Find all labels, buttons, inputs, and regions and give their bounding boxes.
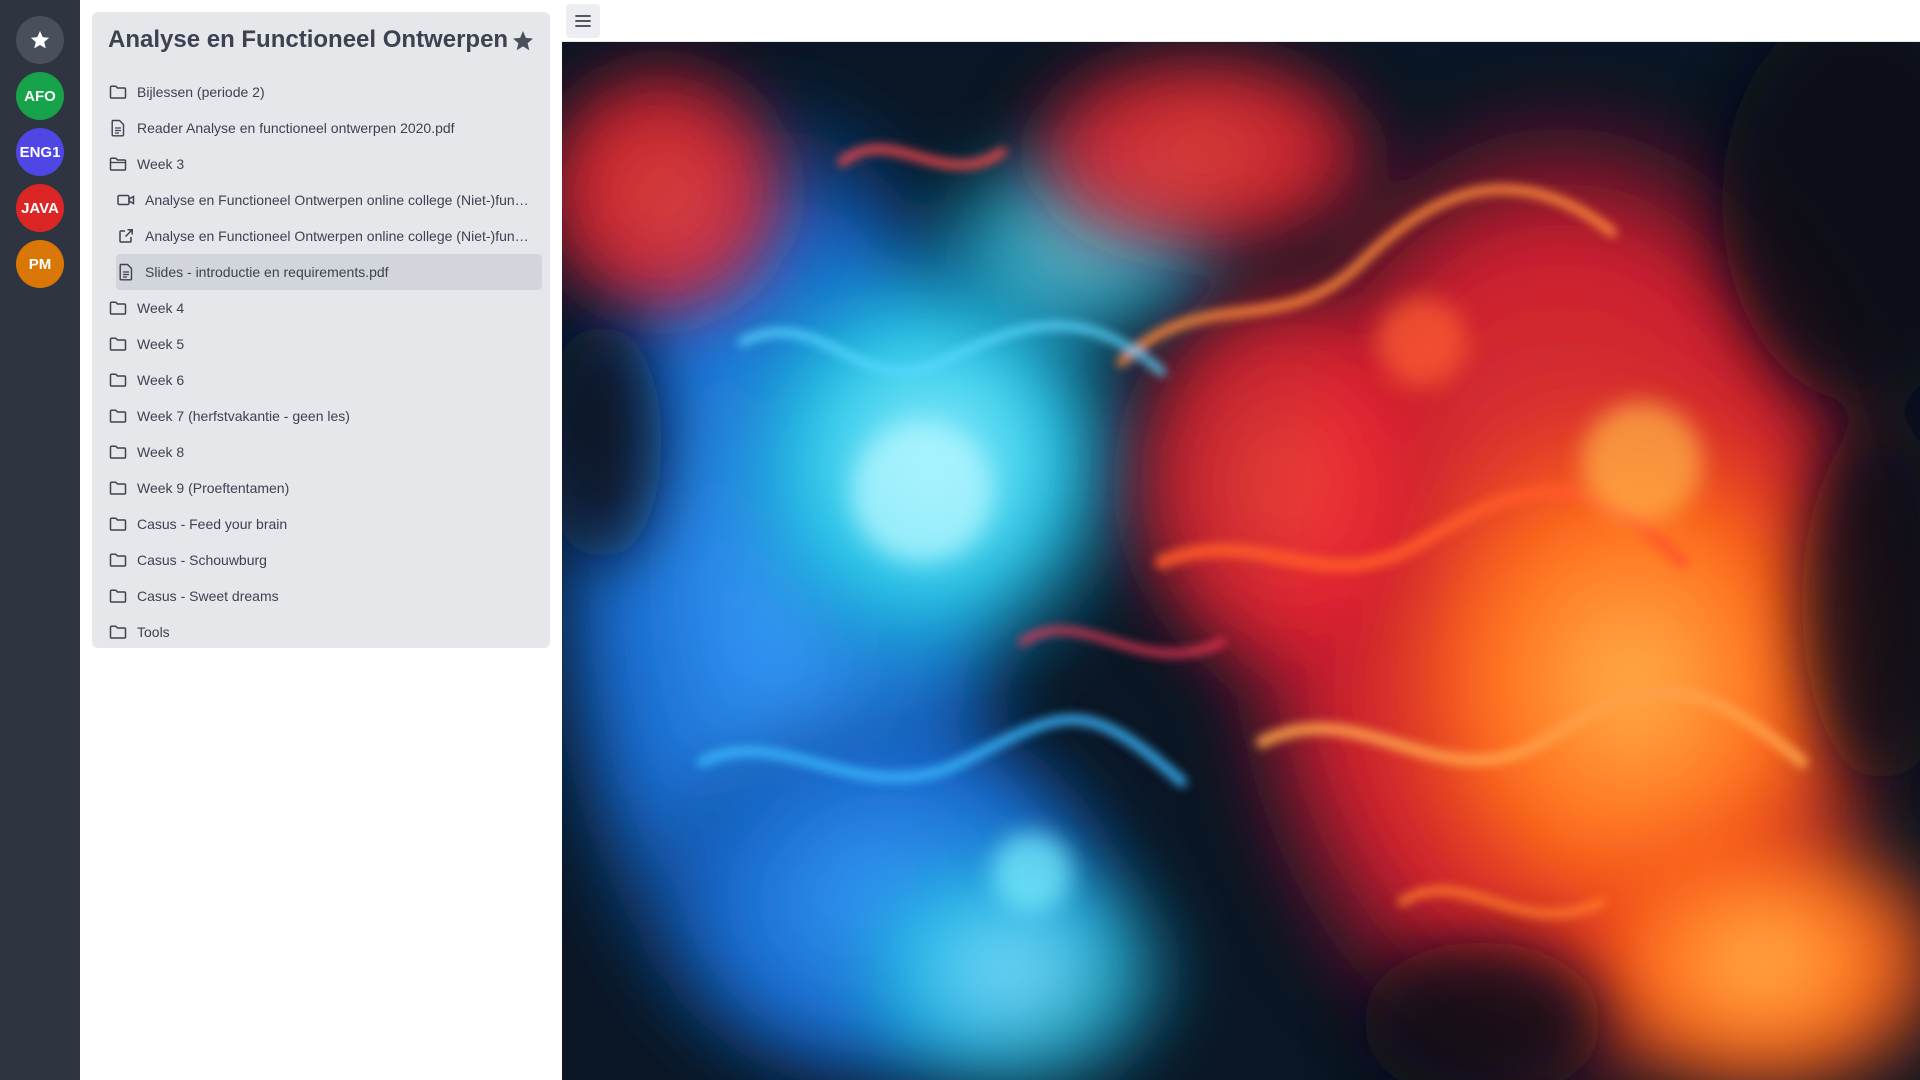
course-panel: Analyse en Functioneel Ontwerpen Bijless…	[92, 12, 550, 648]
external-link-icon	[116, 226, 136, 246]
course-pm-label: PM	[28, 255, 52, 273]
tree-item-label: Tools	[137, 624, 170, 640]
file-icon	[108, 118, 128, 138]
tree-item-tools[interactable]: Tools	[108, 614, 542, 650]
course-java-label: JAVA	[21, 199, 59, 217]
tree-item-label: Week 7 (herfstvakantie - geen les)	[137, 408, 350, 424]
folder-icon	[108, 406, 128, 426]
course-eng1-button[interactable]: ENG1	[16, 128, 64, 176]
top-bar	[562, 0, 1920, 42]
course-title: Analyse en Functioneel Ontwerpen	[108, 26, 509, 53]
course-afo-label: AFO	[24, 87, 56, 105]
tree-item-reader-pdf[interactable]: Reader Analyse en functioneel ontwerpen …	[108, 110, 542, 146]
tree-item-casus-schouwburg[interactable]: Casus - Schouwburg	[108, 542, 542, 578]
video-icon	[116, 190, 136, 210]
tree-item-label: Week 6	[137, 372, 185, 388]
tree-item-week-6[interactable]: Week 6	[108, 362, 542, 398]
menu-toggle-button[interactable]	[566, 4, 600, 38]
tree-item-label: Casus - Schouwburg	[137, 552, 267, 568]
tree-item-label: Analyse en Functioneel Ontwerpen online …	[145, 228, 529, 244]
file-icon	[116, 262, 136, 282]
tree-item-label: Slides - introductie en requirements.pdf	[145, 264, 389, 280]
folder-icon	[108, 370, 128, 390]
course-eng1-label: ENG1	[19, 143, 61, 161]
abstract-ink-image	[562, 42, 1920, 1080]
tree-item-week-9[interactable]: Week 9 (Proeftentamen)	[108, 470, 542, 506]
folder-open-icon	[108, 154, 128, 174]
favorites-button[interactable]	[16, 16, 64, 64]
tree-item-online-college-video[interactable]: Analyse en Functioneel Ontwerpen online …	[116, 182, 542, 218]
tree-item-casus-feed-your-brain[interactable]: Casus - Feed your brain	[108, 506, 542, 542]
tree-item-bijlessen[interactable]: Bijlessen (periode 2)	[108, 74, 542, 110]
folder-icon	[108, 442, 128, 462]
favorite-course-button[interactable]	[510, 28, 536, 54]
tree-item-label: Week 5	[137, 336, 185, 352]
tree-item-label: Bijlessen (periode 2)	[137, 84, 265, 100]
folder-icon	[108, 82, 128, 102]
tree-item-label: Casus - Feed your brain	[137, 516, 288, 532]
folder-icon	[108, 622, 128, 642]
folder-icon	[108, 550, 128, 570]
folder-icon	[108, 298, 128, 318]
tree-item-label: Reader Analyse en functioneel ontwerpen …	[137, 120, 455, 136]
tree-item-label: Week 9 (Proeftentamen)	[137, 480, 290, 496]
tree-item-slides-pdf[interactable]: Slides - introductie en requirements.pdf	[116, 254, 542, 290]
tree-item-label: Week 3	[137, 156, 185, 172]
folder-icon	[108, 478, 128, 498]
course-pm-button[interactable]: PM	[16, 240, 64, 288]
tree-item-week-3[interactable]: Week 3	[108, 146, 542, 182]
hamburger-menu-icon	[575, 15, 591, 27]
folder-icon	[108, 334, 128, 354]
tree-item-online-college-link[interactable]: Analyse en Functioneel Ontwerpen online …	[116, 218, 542, 254]
tree-item-week-7[interactable]: Week 7 (herfstvakantie - geen les)	[108, 398, 542, 434]
tree-item-casus-sweet-dreams[interactable]: Casus - Sweet dreams	[108, 578, 542, 614]
folder-icon	[108, 586, 128, 606]
folder-icon	[108, 514, 128, 534]
course-panel-column: Analyse en Functioneel Ontwerpen Bijless…	[80, 0, 562, 1080]
background-image	[562, 42, 1920, 1080]
tree-item-label: Week 4	[137, 300, 185, 316]
course-afo-button[interactable]: AFO	[16, 72, 64, 120]
star-icon	[30, 30, 50, 49]
course-rail: AFO ENG1 JAVA PM	[0, 0, 80, 1080]
tree-item-label: Casus - Sweet dreams	[137, 588, 279, 604]
tree-item-label: Analyse en Functioneel Ontwerpen online …	[145, 192, 529, 208]
tree-item-label: Week 8	[137, 444, 185, 460]
course-java-button[interactable]: JAVA	[16, 184, 64, 232]
tree-item-week-8[interactable]: Week 8	[108, 434, 542, 470]
tree-item-week-5[interactable]: Week 5	[108, 326, 542, 362]
tree-item-week-4[interactable]: Week 4	[108, 290, 542, 326]
star-icon	[513, 31, 533, 51]
